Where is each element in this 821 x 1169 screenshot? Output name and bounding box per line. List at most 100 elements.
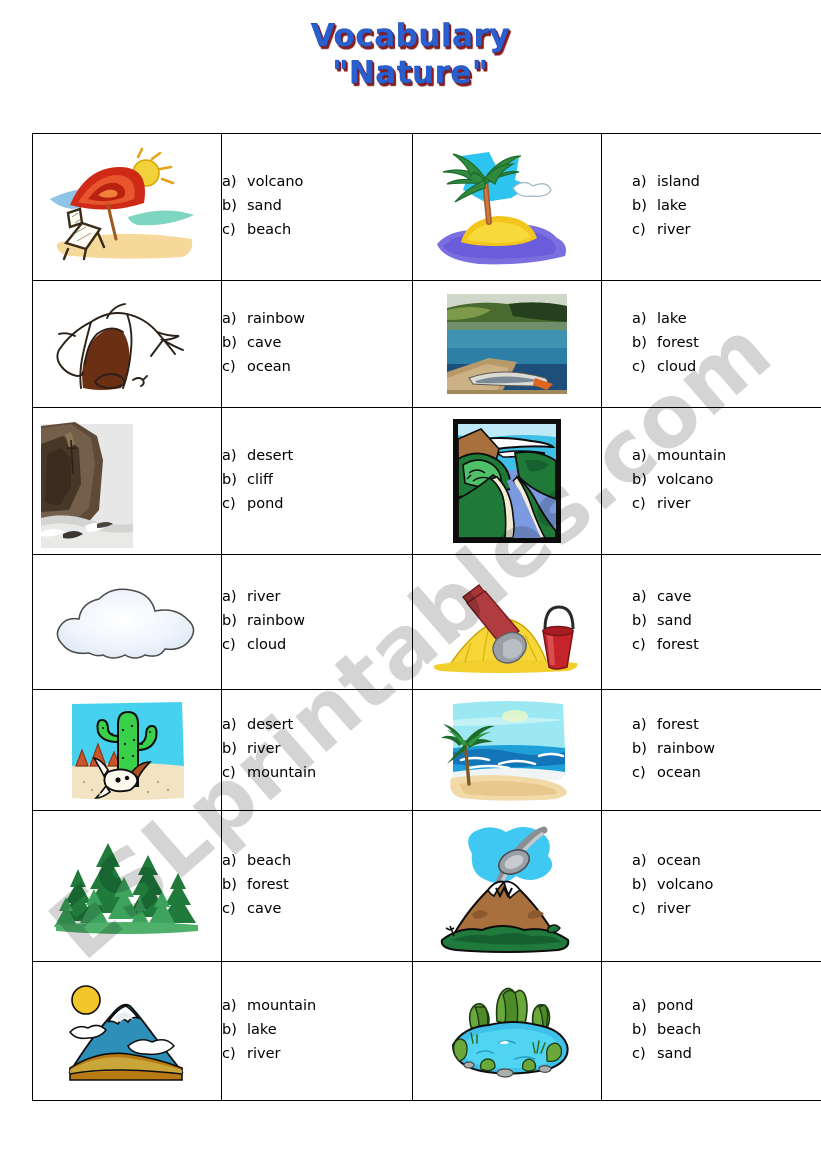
cloud-illustration bbox=[56, 588, 195, 659]
option-c[interactable]: c) cave bbox=[222, 898, 412, 922]
picture-cell-cloud bbox=[32, 554, 222, 690]
option-b[interactable]: b) rainbow bbox=[632, 738, 821, 762]
option-list: a) river b) rainbow c) cloud bbox=[222, 586, 412, 658]
picture-cell-forest bbox=[32, 810, 222, 962]
picture-cell-pond bbox=[412, 961, 602, 1101]
option-b[interactable]: b) river bbox=[222, 738, 412, 762]
option-a[interactable]: a) beach bbox=[222, 850, 412, 874]
option-c[interactable]: c) cloud bbox=[222, 634, 412, 658]
table-row: a) beach b) forest c) cave a) ocean b) v… bbox=[32, 810, 821, 962]
option-word: rainbow bbox=[247, 613, 305, 630]
option-a[interactable]: a) desert bbox=[222, 445, 412, 469]
option-word: pond bbox=[247, 495, 284, 512]
option-a[interactable]: a) desert bbox=[222, 714, 412, 738]
option-a[interactable]: a) rainbow bbox=[222, 308, 412, 332]
option-a[interactable]: a) mountain bbox=[222, 995, 412, 1019]
picture-cell-cliff bbox=[32, 407, 222, 555]
table-row: a) rainbow b) cave c) ocean a) lake b) f… bbox=[32, 280, 821, 408]
table-row: a) desert b) cliff c) pond a) mountain b… bbox=[32, 407, 821, 555]
option-b[interactable]: b) lake bbox=[632, 195, 821, 219]
option-a[interactable]: a) cave bbox=[632, 586, 821, 610]
option-c[interactable]: c) ocean bbox=[632, 762, 821, 786]
options-cell: a) river b) rainbow c) cloud bbox=[221, 554, 413, 690]
picture-cell-ocean bbox=[412, 689, 602, 811]
option-a[interactable]: a) volcano bbox=[222, 171, 412, 195]
picture-cell-cave bbox=[32, 280, 222, 408]
option-list: a) island b) lake c) river bbox=[632, 171, 821, 243]
option-word: forest bbox=[657, 335, 699, 352]
option-list: a) ocean b) volcano c) river bbox=[632, 850, 821, 922]
option-c[interactable]: c) sand bbox=[632, 1043, 821, 1067]
table-row: a) volcano b) sand c) beach a) island b)… bbox=[32, 133, 821, 281]
option-list: a) mountain b) volcano c) river bbox=[632, 445, 821, 517]
cliff-coast-photo bbox=[41, 414, 133, 548]
option-a[interactable]: a) pond bbox=[632, 995, 821, 1019]
options-cell: a) pond b) beach c) sand bbox=[601, 961, 821, 1101]
option-b[interactable]: b) forest bbox=[222, 874, 412, 898]
option-list: a) pond b) beach c) sand bbox=[632, 995, 821, 1067]
option-b[interactable]: b) volcano bbox=[632, 874, 821, 898]
option-word: ocean bbox=[247, 358, 291, 375]
cave-entrance-illustration bbox=[56, 303, 184, 390]
option-b[interactable]: b) rainbow bbox=[222, 610, 412, 634]
option-word: cave bbox=[247, 335, 282, 352]
option-c[interactable]: c) ocean bbox=[222, 356, 412, 380]
option-b[interactable]: b) sand bbox=[222, 195, 412, 219]
option-b[interactable]: b) lake bbox=[222, 1019, 412, 1043]
picture-cell-sand bbox=[412, 554, 602, 690]
option-b[interactable]: b) forest bbox=[632, 332, 821, 356]
option-word: mountain bbox=[657, 448, 727, 465]
option-c[interactable]: c) river bbox=[632, 219, 821, 243]
option-a[interactable]: a) forest bbox=[632, 714, 821, 738]
island-palm-tree-illustration bbox=[437, 152, 566, 265]
option-b[interactable]: b) cave bbox=[222, 332, 412, 356]
option-b[interactable]: b) cliff bbox=[222, 469, 412, 493]
option-c[interactable]: c) mountain bbox=[222, 762, 412, 786]
option-word: desert bbox=[247, 448, 294, 465]
option-b[interactable]: b) sand bbox=[632, 610, 821, 634]
volcano-eruption-illustration bbox=[440, 826, 570, 953]
option-list: a) forest b) rainbow c) ocean bbox=[632, 714, 821, 786]
option-word: cloud bbox=[657, 358, 697, 375]
picture-cell-lake bbox=[412, 280, 602, 408]
page-title: Vocabulary "Nature" bbox=[0, 18, 821, 91]
option-word: cliff bbox=[247, 472, 274, 489]
options-cell: a) desert b) river c) mountain bbox=[221, 689, 413, 811]
option-word: beach bbox=[247, 221, 292, 238]
lake-canoe-photo bbox=[447, 294, 567, 394]
option-c[interactable]: c) river bbox=[222, 1043, 412, 1067]
option-c[interactable]: c) river bbox=[632, 493, 821, 517]
options-cell: a) rainbow b) cave c) ocean bbox=[221, 280, 413, 408]
option-c[interactable]: c) cloud bbox=[632, 356, 821, 380]
option-c[interactable]: c) beach bbox=[222, 219, 412, 243]
option-list: a) volcano b) sand c) beach bbox=[222, 171, 412, 243]
option-a[interactable]: a) river bbox=[222, 586, 412, 610]
options-cell: a) mountain b) volcano c) river bbox=[601, 407, 821, 555]
options-cell: a) island b) lake c) river bbox=[601, 133, 821, 281]
option-c[interactable]: c) pond bbox=[222, 493, 412, 517]
option-word: mountain bbox=[247, 764, 317, 781]
option-a[interactable]: a) mountain bbox=[632, 445, 821, 469]
options-cell: a) forest b) rainbow c) ocean bbox=[601, 689, 821, 811]
options-cell: a) volcano b) sand c) beach bbox=[221, 133, 413, 281]
option-c[interactable]: c) forest bbox=[632, 634, 821, 658]
option-a[interactable]: a) lake bbox=[632, 308, 821, 332]
option-word: river bbox=[247, 1045, 281, 1062]
ocean-beach-palm-illustration bbox=[441, 701, 567, 801]
mountain-sun-illustration bbox=[68, 985, 184, 1081]
option-list: a) lake b) forest c) cloud bbox=[632, 308, 821, 380]
picture-cell-beach bbox=[32, 133, 222, 281]
table-row: a) river b) rainbow c) cloud a) cave b) … bbox=[32, 554, 821, 690]
table-row: a) desert b) river c) mountain a) forest… bbox=[32, 689, 821, 811]
option-a[interactable]: a) island bbox=[632, 171, 821, 195]
option-b[interactable]: b) volcano bbox=[632, 469, 821, 493]
option-a[interactable]: a) ocean bbox=[632, 850, 821, 874]
option-word: sand bbox=[247, 198, 282, 215]
option-c[interactable]: c) river bbox=[632, 898, 821, 922]
option-word: rainbow bbox=[247, 311, 305, 328]
desert-cactus-illustration bbox=[72, 702, 184, 800]
option-list: a) mountain b) lake c) river bbox=[222, 995, 412, 1067]
option-word: beach bbox=[657, 1022, 702, 1039]
option-b[interactable]: b) beach bbox=[632, 1019, 821, 1043]
option-list: a) desert b) cliff c) pond bbox=[222, 445, 412, 517]
